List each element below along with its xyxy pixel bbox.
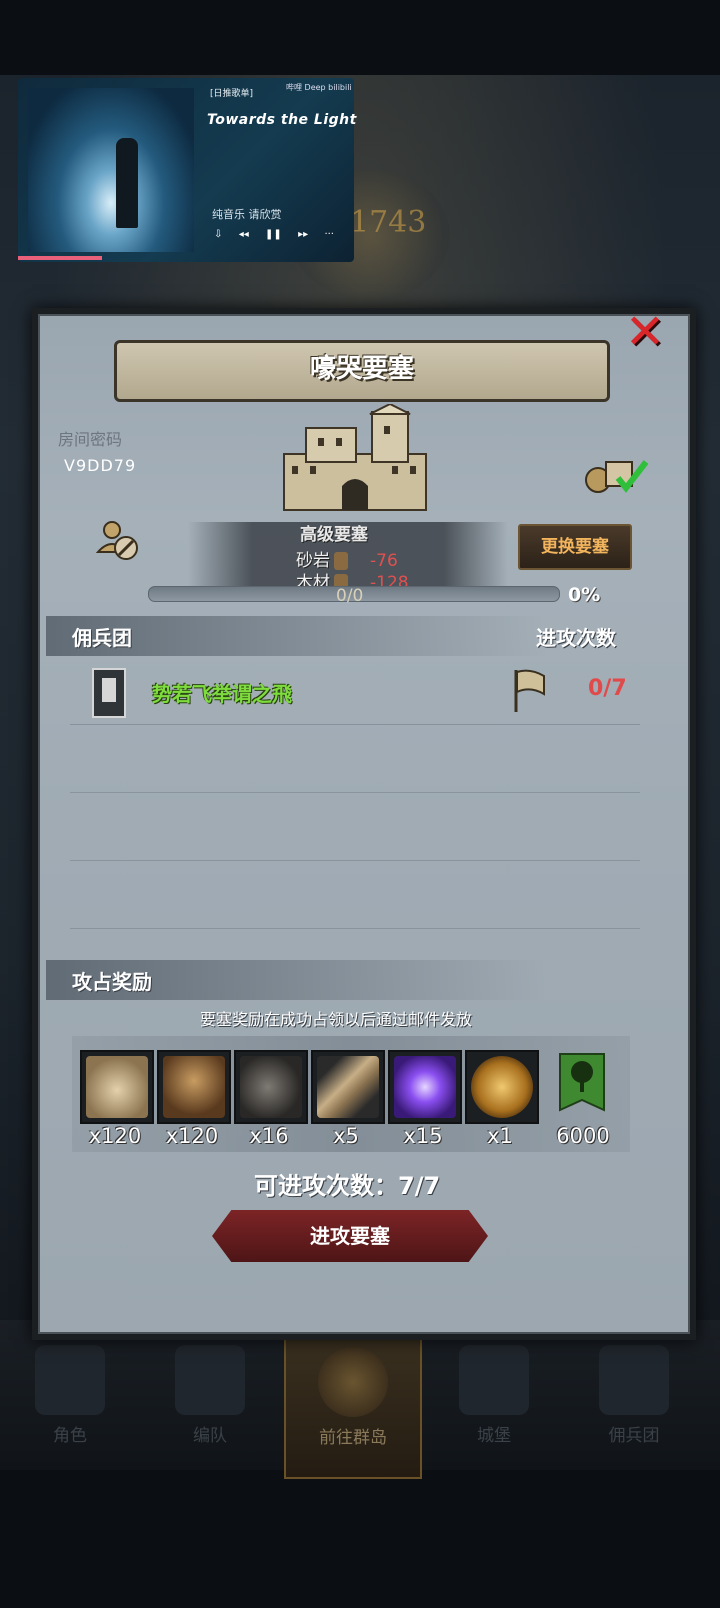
reward-qty: 6000 (556, 1124, 610, 1148)
no-entry-person-icon[interactable] (96, 518, 140, 562)
empty-row-divider (70, 792, 640, 793)
year-text: 1743 (350, 205, 427, 240)
attack-fortress-button[interactable]: 进攻要塞 (212, 1210, 488, 1262)
room-password-value: V9DD79 (64, 456, 137, 475)
previous-icon[interactable]: ◂◂ (239, 229, 249, 240)
reward-item[interactable] (234, 1050, 308, 1124)
music-controls: ⇩ ◂◂ ❚❚ ▸▸ ··· (214, 229, 334, 240)
pause-icon[interactable]: ❚❚ (265, 229, 282, 240)
room-password-label: 房间密码 (58, 430, 123, 449)
progress-percent: 0% (568, 584, 601, 606)
knight-helmet-icon (35, 1345, 105, 1415)
album-figure (116, 138, 138, 228)
reward-qty: x1 (487, 1124, 513, 1148)
reward-qty: x120 (165, 1124, 219, 1148)
swap-fortress-button[interactable]: 更换要塞 (518, 524, 632, 570)
fortress-grade: 高级要塞 (300, 525, 368, 545)
reward-item[interactable] (558, 1052, 606, 1118)
loot-check-icon[interactable] (584, 450, 648, 496)
compass-icon (318, 1347, 388, 1417)
more-icon[interactable]: ··· (324, 229, 334, 240)
purple-gem-icon (394, 1056, 456, 1118)
tree-banner-icon (559, 1053, 605, 1112)
gold-helmet-icon (471, 1056, 533, 1118)
knight-group-icon (175, 1345, 245, 1415)
reward-qty: x120 (88, 1124, 142, 1148)
guild-banner-icon (92, 668, 126, 718)
empty-row-divider (70, 928, 640, 929)
nav-formation[interactable]: 编队 (140, 1335, 280, 1475)
album-cover (28, 88, 194, 252)
music-progress (18, 256, 102, 260)
flag-icon (514, 669, 545, 712)
reward-qty: x16 (249, 1124, 289, 1148)
castle-icon (459, 1345, 529, 1415)
reward-section-header: 攻占奖励 (46, 960, 546, 1000)
dialog-title: 嚎哭要塞 (114, 340, 610, 402)
empty-row-divider (70, 860, 640, 861)
mercenary-section-title: 佣兵团 (72, 626, 132, 650)
reward-item[interactable] (80, 1050, 154, 1124)
castle-icon (283, 404, 427, 511)
reward-item[interactable] (388, 1050, 462, 1124)
goblet-icon (163, 1056, 225, 1118)
reward-qty: x5 (333, 1124, 359, 1148)
music-tag: [日推歌单] (210, 89, 254, 99)
mercenary-section-header: 佣兵团 (46, 616, 546, 656)
reward-note: 要塞奖励在成功占领以后通过邮件发放 (200, 1010, 473, 1029)
attack-count-header: 进攻次数 (536, 626, 616, 650)
reward-item[interactable] (465, 1050, 539, 1124)
close-x-icon[interactable]: ✕ (620, 306, 670, 358)
progress-text: 0/0 (336, 586, 364, 606)
nav-role[interactable]: 角色 (0, 1335, 140, 1475)
nav-islands[interactable]: 前往群岛 (284, 1335, 422, 1479)
coin-bag-icon (86, 1056, 148, 1118)
attack-remaining: 可进攻次数：7/7 (254, 1172, 441, 1200)
mercenary-icon (599, 1345, 669, 1415)
next-icon[interactable]: ▸▸ (298, 229, 308, 240)
mercenary-attack-count: 0/7 (588, 676, 627, 701)
reward-item[interactable] (311, 1050, 385, 1124)
horn-icon (317, 1056, 379, 1118)
music-title: Towards the Light (207, 112, 357, 128)
reward-qty: x15 (403, 1124, 443, 1148)
nav-mercenary[interactable]: 佣兵团 (564, 1335, 704, 1475)
music-brand: 哔哩 Deep bilibili (286, 83, 352, 92)
reward-item[interactable] (157, 1050, 231, 1124)
download-icon[interactable]: ⇩ (214, 229, 222, 240)
mercenary-name: 势若飞举谓之飛 (152, 682, 292, 706)
reward-section-title: 攻占奖励 (72, 970, 152, 994)
nav-castle[interactable]: 城堡 (424, 1335, 564, 1475)
ore-lump-icon (240, 1056, 302, 1118)
music-subtitle: 纯音乐 请欣赏 (212, 208, 282, 221)
